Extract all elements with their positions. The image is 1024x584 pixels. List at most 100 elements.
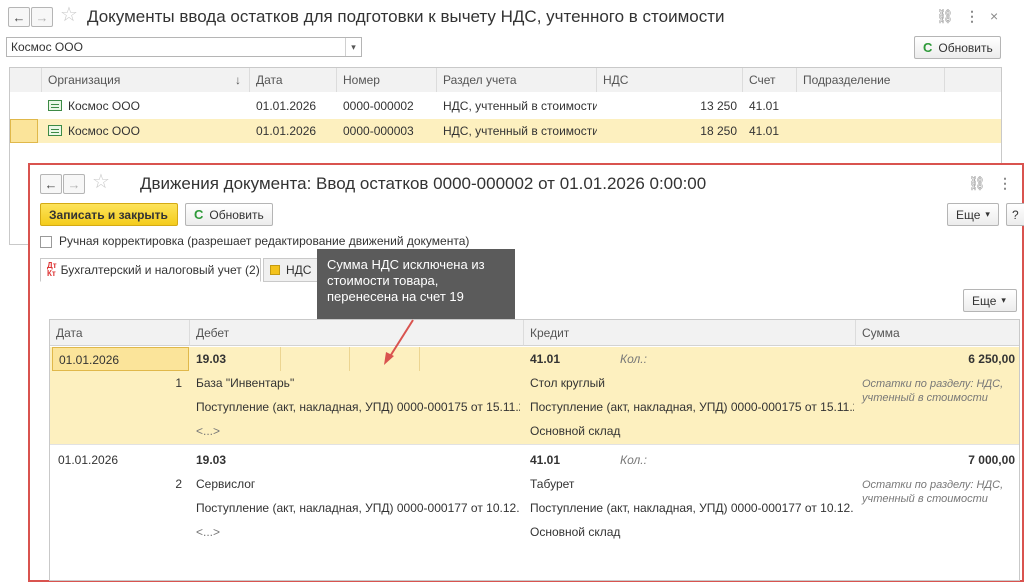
refresh-icon: C [923,40,933,55]
entry-amount: 6 250,00 [968,352,1015,366]
column-header-debit[interactable]: Дебет [190,320,524,346]
tab-accounting-label: Бухгалтерский и налоговый учет (2) [60,263,260,277]
entry-credit-account: 41.01 [530,453,561,467]
column-label: Организация [48,73,121,87]
column-header-date[interactable]: Дата [250,68,337,92]
document-posted-icon [48,100,62,111]
row-account: 41.01 [749,124,780,138]
entry-credit-qty-label: Кол.: [620,453,647,467]
row-vat: 13 250 [700,99,737,113]
annotation-callout: Сумма НДС исключена из стоимости товара,… [317,249,515,319]
row-date: 01.01.2026 [256,124,317,138]
close-icon[interactable]: × [990,8,998,24]
entry-credit-qty-label: Кол.: [620,352,647,366]
document-posted-icon [48,125,62,136]
column-header-organization[interactable]: Организация ↓ [42,68,250,92]
arrow-left-icon: ← [44,176,58,192]
entry-debit-sub2: Поступление (акт, накладная, УПД) 0000-0… [196,501,520,515]
row-number: 0000-000002 [343,99,414,113]
entry-debit-sub1: База "Инвентарь" [196,376,295,390]
entry-credit-sub1: Табурет [530,477,575,491]
table-row[interactable]: Космос ООО 01.01.2026 0000-000002 НДС, у… [10,94,1001,118]
dt-kt-icon: Дт Кт [47,262,57,278]
entry-debit-account: 19.03 [196,453,227,467]
entry-debit-sub3: <...> [196,424,221,438]
row-marker [10,119,38,143]
row-section: НДС, учтенный в стоимости [443,124,597,138]
page-title: Документы ввода остатков для подготовки … [87,7,725,26]
row-org-text: Космос ООО [68,124,140,138]
sort-down-icon: ↓ [235,73,241,87]
back-button[interactable]: ← [40,174,62,194]
entry-debit-sub3: <...> [196,525,221,539]
more-button[interactable]: Еще ▾ [947,203,999,226]
favorite-star-icon[interactable]: ☆ [60,5,78,25]
entry-debit-sub2: Поступление (акт, накладная, УПД) 0000-0… [196,400,520,414]
more-menu-icon[interactable]: ⋮ [965,8,979,25]
back-button[interactable]: ← [8,7,30,27]
row-section: НДС, учтенный в стоимости [443,99,597,113]
tab-accounting[interactable]: Дт Кт Бухгалтерский и налоговый учет (2) [40,258,261,282]
table-header-filler [945,68,1001,92]
grid-more-button[interactable]: Еще ▾ [963,289,1017,312]
row-divider [50,444,1019,445]
register-icon [270,265,280,275]
arrow-right-icon: → [67,176,81,192]
row-vat: 18 250 [700,124,737,138]
refresh-button[interactable]: C Обновить [914,36,1001,59]
forward-button[interactable]: → [31,7,53,27]
help-button[interactable]: ? [1006,203,1024,226]
column-header-date[interactable]: Дата [50,320,190,346]
column-header-section[interactable]: Раздел учета [437,68,597,92]
column-header-number[interactable]: Номер [337,68,437,92]
annotation-arrow-icon [384,319,414,365]
column-header-unit[interactable]: Подразделение [797,68,945,92]
row-unit [797,94,945,118]
save-and-close-button[interactable]: Записать и закрыть [40,203,178,226]
organization-select[interactable]: Космос ООО ▾ [6,37,362,57]
chevron-down-icon: ▾ [1001,295,1006,305]
column-header-credit[interactable]: Кредит [524,320,856,346]
row-unit [797,119,945,143]
row-number: 0000-000003 [343,124,414,138]
entry-debit-account: 19.03 [196,352,227,366]
chevron-down-icon[interactable]: ▾ [345,38,361,56]
entry-credit-sub2: Поступление (акт, накладная, УПД) 0000-0… [530,400,854,414]
entry-date: 01.01.2026 [58,453,119,467]
table-row-selected[interactable]: Космос ООО 01.01.2026 0000-000003 НДС, у… [10,119,1001,143]
column-header-account[interactable]: Счет [743,68,797,92]
manual-correction-checkbox[interactable] [40,236,52,248]
forward-button[interactable]: → [63,174,85,194]
table-header-marker [10,68,42,92]
entry-comment: Остатки по разделу: НДС, учтенный в стои… [862,378,1004,404]
column-header-vat[interactable]: НДС [597,68,743,92]
entry-amount: 7 000,00 [968,453,1015,467]
arrow-right-icon: → [35,9,49,25]
entry-debit-sub1: Сервислог [196,477,256,491]
link-icon[interactable]: ⛓ [936,8,954,25]
link-icon[interactable]: ⛓ [968,175,986,192]
movements-window: ← → ☆ Движения документа: Ввод остатков … [28,163,1024,582]
window-title: Движения документа: Ввод остатков 0000-0… [140,174,707,193]
tab-vat-label: НДС [286,263,312,277]
column-header-amount[interactable]: Сумма [856,320,1019,346]
more-label: Еще [972,293,997,308]
refresh-button[interactable]: C Обновить [185,203,273,226]
debit-subcell [280,347,350,371]
row-org: Космос ООО [42,94,250,118]
manual-correction-label: Ручная корректировка (разрешает редактир… [59,234,470,248]
more-menu-icon[interactable]: ⋮ [998,175,1012,192]
chevron-down-icon: ▾ [985,209,990,219]
favorite-star-icon[interactable]: ☆ [92,172,110,192]
organization-select-value: Космос ООО [11,40,83,54]
entry-credit-sub1: Стол круглый [530,376,606,390]
more-label: Еще [956,207,981,222]
entry-number: 2 [175,477,182,491]
entry-comment: Остатки по разделу: НДС, учтенный в стои… [862,479,1004,505]
refresh-label: Обновить [938,40,993,55]
entry-credit-account: 41.01 [530,352,561,366]
entry-date: 01.01.2026 [52,347,189,371]
entry-credit-sub3: Основной склад [530,424,621,438]
row-org: Космос ООО [42,119,250,143]
refresh-icon: C [194,207,204,222]
